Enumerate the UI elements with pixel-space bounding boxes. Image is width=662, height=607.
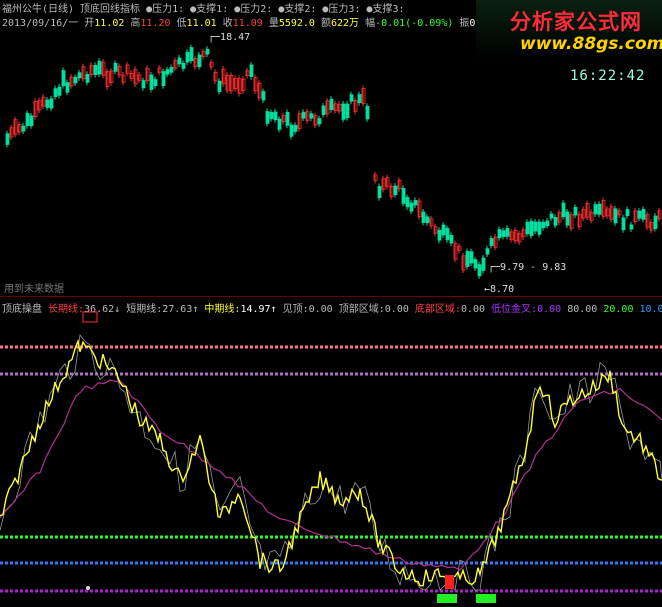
dot-marker [86, 586, 90, 590]
bottom-red-marker [445, 575, 454, 589]
long-term-line [0, 379, 662, 571]
stock-chart-window[interactable]: 福州公牛(日线) 顶底回线指标 ●压力1: ●支撑1: ●压力2: ●支撑2: … [0, 0, 662, 607]
golden-cross-marker-1 [437, 594, 457, 603]
golden-cross-marker-2 [476, 594, 496, 603]
indicator-chart[interactable] [0, 0, 662, 607]
top-marker-box [82, 311, 98, 323]
